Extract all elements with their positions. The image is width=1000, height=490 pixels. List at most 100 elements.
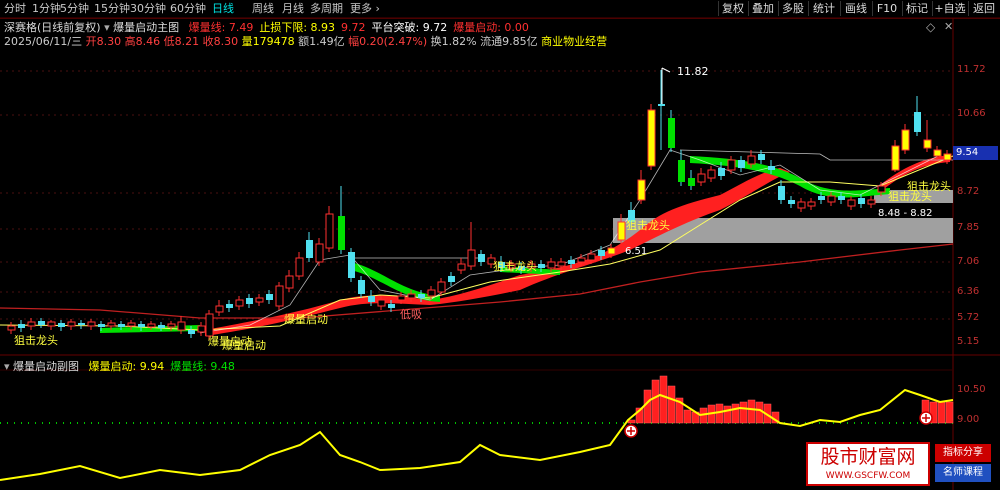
sub-value-1: 爆量线: 9.48 <box>170 360 235 373</box>
candle-body <box>127 322 136 327</box>
sub-bar <box>659 375 668 424</box>
price-tick: 6.36 <box>957 286 980 297</box>
sub-bar <box>945 401 954 424</box>
candle-body <box>637 179 646 201</box>
ma-long-line <box>0 243 954 319</box>
sub-bar <box>937 401 946 424</box>
chevron-down-icon[interactable]: ▾ <box>4 360 10 373</box>
candle-body <box>858 198 865 204</box>
sub-bar <box>723 405 732 424</box>
candle-body <box>197 325 206 333</box>
platform-range-label: 8.48 - 8.82 <box>878 208 933 219</box>
candle-body <box>325 213 334 249</box>
candle-body <box>914 112 921 132</box>
candle-body <box>7 325 16 331</box>
candle-body <box>38 321 45 325</box>
signal-label: 狙击龙头 <box>493 260 537 273</box>
price-tick: 7.85 <box>957 222 980 233</box>
sub-bar <box>651 379 660 424</box>
candle-body <box>27 321 36 327</box>
candle-body <box>738 160 745 168</box>
candle-body <box>778 186 785 200</box>
price-tick: 8.72 <box>957 186 980 197</box>
sub-bar <box>683 409 692 424</box>
candle-body <box>235 299 244 307</box>
candle-body <box>215 305 224 313</box>
sub-indicator-header: ▾ 爆量启动副图 爆量启动: 9.94 爆量线: 9.48 <box>4 358 235 374</box>
candle-body <box>797 201 806 209</box>
candle-body <box>87 321 96 327</box>
kline-chart[interactable] <box>0 0 1000 490</box>
candle-body <box>658 104 665 106</box>
candle-body <box>647 109 656 167</box>
candle-body <box>226 304 233 308</box>
candle-body <box>568 260 575 264</box>
candle-body <box>177 321 186 331</box>
candle-body <box>58 323 65 327</box>
watermark-logo: 股市财富网 WWW.GSCFW.COM <box>806 442 930 486</box>
candle-body <box>18 324 25 328</box>
candle-body <box>348 252 355 278</box>
candle-body <box>358 280 365 294</box>
candle-body <box>718 168 725 176</box>
watermark-tag-1: 指标分享 <box>935 444 991 462</box>
candle-body <box>747 155 756 165</box>
sub-bar <box>755 401 764 424</box>
candle-body <box>266 294 273 300</box>
candle-body <box>943 153 952 161</box>
candle-body <box>457 263 466 271</box>
candle-body <box>933 149 942 157</box>
candle-body <box>788 200 795 204</box>
candle-body <box>397 295 406 301</box>
candle-body <box>467 249 476 267</box>
candle-body <box>847 199 856 207</box>
watermark-url: WWW.GSCFW.COM <box>825 471 911 481</box>
candle-body <box>78 323 85 325</box>
candle-body <box>306 240 313 258</box>
candle-body <box>478 254 485 262</box>
signal-label: 低吸 <box>400 308 422 321</box>
signal-label: 狙击龙头 <box>888 190 932 203</box>
candle-body <box>255 297 264 303</box>
candle-body <box>388 304 395 308</box>
candle-body <box>688 178 695 186</box>
sub-bar <box>643 389 652 424</box>
candle-body <box>923 139 932 149</box>
candle-body <box>617 221 626 241</box>
candle-body <box>188 330 195 334</box>
sub-tick: 10.50 <box>957 384 986 395</box>
candle-body <box>587 253 596 261</box>
price-tick: 11.72 <box>957 64 986 75</box>
candle-body <box>67 321 76 327</box>
candle-body <box>147 323 156 328</box>
candle-body <box>577 257 586 263</box>
sub-bar <box>627 419 636 424</box>
candle-body <box>891 145 900 171</box>
candle-body <box>557 261 566 267</box>
candle-body <box>448 276 455 282</box>
sub-value-0: 爆量启动: 9.94 <box>88 360 165 373</box>
candle-body <box>418 294 425 298</box>
sub-bar <box>747 399 756 424</box>
candle-body <box>427 289 436 297</box>
price-tick: 10.66 <box>957 108 986 119</box>
signal-label: 爆量启动 <box>222 339 266 352</box>
candle-body <box>598 250 605 256</box>
candle-body <box>547 261 556 269</box>
current-price-box: 9.54 <box>953 146 998 160</box>
platform-mid-label: 6.51 <box>625 246 648 257</box>
candle-body <box>877 185 886 193</box>
candle-body <box>818 196 825 200</box>
sub-indicator-name[interactable]: 爆量启动副图 <box>13 360 79 373</box>
candle-body <box>285 275 294 289</box>
candle-body <box>538 264 545 268</box>
candle-body <box>437 281 446 293</box>
signal-label: 狙击龙头 <box>626 219 670 232</box>
candle-body <box>368 296 375 302</box>
watermark-title: 股市财富网 <box>820 446 916 468</box>
candlesticks <box>7 70 952 340</box>
candle-body <box>768 166 775 170</box>
candle-body <box>838 196 845 200</box>
sub-bar <box>739 401 748 424</box>
candle-body <box>118 324 125 327</box>
